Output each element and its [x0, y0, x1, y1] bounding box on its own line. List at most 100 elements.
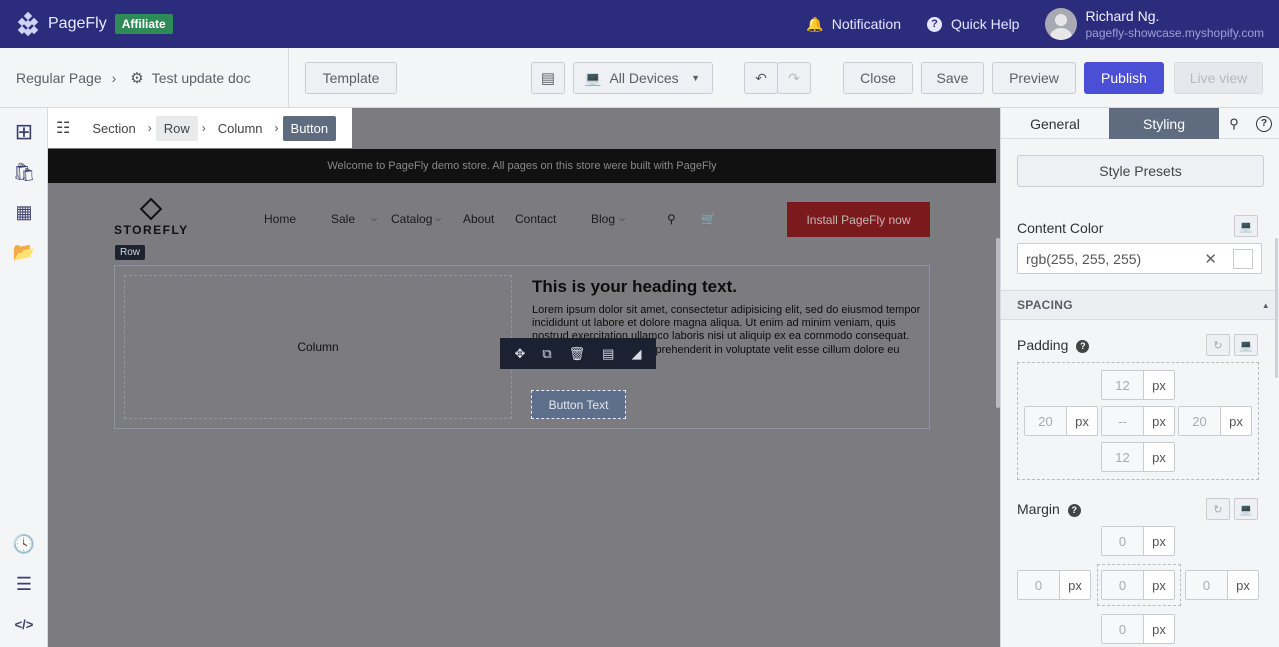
folder-icon[interactable]: 📂: [13, 242, 35, 262]
nav-about[interactable]: About: [463, 212, 515, 226]
chevron-right-icon: ›: [201, 121, 206, 135]
cart-icon[interactable]: 🛒: [701, 212, 716, 226]
row-tag: Row: [115, 245, 146, 260]
save-button[interactable]: Save: [921, 62, 984, 94]
trash-icon[interactable]: 🗑: [569, 346, 586, 362]
padding-label: Padding?: [1017, 337, 1090, 353]
margin-top-input[interactable]: 0 px: [1101, 526, 1175, 556]
close-button[interactable]: Close: [843, 62, 913, 94]
copy-style-icon[interactable]: ▤: [602, 346, 614, 362]
padding-reset-button[interactable]: ↻: [1206, 334, 1230, 356]
help-icon: ?: [1256, 115, 1272, 132]
breadcrumb-button[interactable]: Button: [282, 115, 337, 141]
question-icon[interactable]: ?: [1076, 339, 1090, 353]
add-element-icon[interactable]: ⊞: [14, 119, 34, 144]
search-icon[interactable]: ⚲: [1219, 108, 1249, 139]
help-button[interactable]: ?: [1249, 108, 1279, 139]
hierarchy-icon: ☷: [56, 120, 71, 137]
question-icon: ?: [927, 16, 942, 32]
affiliate-badge[interactable]: Affiliate: [114, 14, 173, 34]
undo-icon: ↶: [755, 69, 767, 86]
color-swatch[interactable]: [1233, 249, 1253, 269]
padding-top-input[interactable]: 12 px: [1101, 370, 1175, 400]
editor-canvas[interactable]: ☷ Section › Row › Column › Button Welcom…: [48, 108, 1000, 647]
search-icon[interactable]: ⚲: [667, 212, 701, 226]
nav-contact[interactable]: Contact: [515, 212, 591, 226]
duplicate-icon[interactable]: ⧉: [542, 346, 551, 362]
margin-bottom-input[interactable]: 0 px: [1101, 614, 1175, 644]
padding-center-input[interactable]: -- px: [1101, 406, 1175, 436]
chevron-right-icon: ›: [147, 121, 152, 135]
quick-help-link[interactable]: ? Quick Help: [927, 16, 1019, 32]
publish-button[interactable]: Publish: [1084, 62, 1164, 94]
device-toggle-button[interactable]: 💻: [1234, 215, 1258, 237]
page-breadcrumb: Regular Page › ⚙ Test update doc: [16, 69, 251, 87]
margin-center-input[interactable]: 0 px: [1101, 570, 1175, 600]
history-clock-icon[interactable]: 🕓: [13, 534, 35, 554]
text-align-button[interactable]: ▤: [531, 62, 565, 94]
pagefly-logo[interactable]: PageFly: [16, 11, 107, 37]
padding-left-input[interactable]: 20 px: [1024, 406, 1098, 436]
apps-grid-icon[interactable]: ▦: [14, 202, 34, 222]
question-icon[interactable]: ?: [1067, 503, 1081, 517]
nav-blog[interactable]: Blog: [591, 212, 619, 226]
heading-element[interactable]: This is your heading text.: [532, 277, 737, 297]
page-type[interactable]: Regular Page: [16, 70, 102, 86]
store-logo[interactable]: STOREFLY: [114, 197, 189, 237]
store-nav: Home Sale ⌵ Catalog ⌵ About Contact Blog…: [264, 212, 716, 226]
live-view-button[interactable]: Live view: [1174, 62, 1263, 94]
quick-help-label: Quick Help: [951, 16, 1020, 32]
tab-general[interactable]: General: [1001, 108, 1109, 139]
device-select-label: All Devices: [609, 70, 679, 86]
template-button[interactable]: Template: [305, 62, 397, 94]
nav-sale[interactable]: Sale: [331, 212, 371, 226]
panel-scrollbar[interactable]: [1275, 238, 1278, 378]
column-element[interactable]: Column: [124, 275, 512, 419]
content-color-value: rgb(255, 255, 255): [1026, 250, 1142, 267]
content-color-label: Content Color: [1017, 220, 1104, 236]
user-name: Richard Ng.: [1085, 8, 1160, 24]
breadcrumb-column[interactable]: Column: [210, 116, 271, 141]
inspector-tabs: General Styling ⚲ ?: [1001, 108, 1279, 139]
inspector-panel: General Styling ⚲ ? Style Presets Conten…: [1000, 108, 1279, 647]
tab-styling[interactable]: Styling: [1109, 108, 1219, 139]
device-select[interactable]: 💻 All Devices ▼: [573, 62, 713, 94]
install-pagefly-button[interactable]: Install PageFly now: [787, 202, 930, 237]
breadcrumb-row[interactable]: Row: [155, 115, 198, 141]
pagefly-logo-icon: [16, 11, 40, 37]
breadcrumb-section[interactable]: Section: [84, 116, 143, 141]
content-color-input[interactable]: rgb(255, 255, 255) ✕: [1017, 243, 1262, 274]
paint-bucket-icon[interactable]: ◢: [631, 346, 641, 362]
padding-device-button[interactable]: 💻: [1234, 334, 1258, 356]
clear-icon[interactable]: ✕: [1204, 250, 1217, 268]
margin-right-input[interactable]: 0 px: [1185, 570, 1259, 600]
user-menu[interactable]: Richard Ng. pagefly-showcase.myshopify.c…: [1045, 8, 1264, 40]
undo-button[interactable]: ↶: [744, 62, 778, 94]
redo-icon: ↷: [788, 69, 800, 86]
margin-reset-button[interactable]: ↻: [1206, 498, 1230, 520]
element-breadcrumb: ☷ Section › Row › Column › Button: [48, 108, 352, 148]
margin-device-button[interactable]: 💻: [1234, 498, 1258, 520]
spacing-label: SPACING: [1017, 298, 1073, 312]
chevron-right-icon: ›: [111, 70, 117, 86]
shopify-bag-icon[interactable]: 🛍: [13, 162, 36, 182]
padding-bottom-input[interactable]: 12 px: [1101, 442, 1175, 472]
nav-home[interactable]: Home: [264, 212, 331, 226]
nav-catalog[interactable]: Catalog: [391, 212, 435, 226]
selected-button-element[interactable]: Button Text: [531, 390, 626, 419]
store-announcement-bar: Welcome to PageFly demo store. All pages…: [48, 149, 996, 183]
layers-list-icon[interactable]: ☰: [14, 574, 34, 594]
doc-name[interactable]: Test update doc: [152, 70, 251, 86]
style-presets-button[interactable]: Style Presets: [1017, 155, 1264, 187]
spacing-section-header[interactable]: SPACING ▲: [1001, 290, 1279, 320]
code-icon[interactable]: </>: [14, 614, 34, 634]
left-rail: ⊞ 🛍 ▦ 📂 🕓 ☰ </>: [0, 108, 48, 647]
padding-right-input[interactable]: 20 px: [1178, 406, 1252, 436]
preview-button[interactable]: Preview: [992, 62, 1076, 94]
gear-icon[interactable]: ⚙: [130, 69, 143, 87]
notification-link[interactable]: 🔔 Notification: [806, 16, 901, 33]
move-icon[interactable]: ✥: [514, 346, 525, 362]
redo-button[interactable]: ↷: [777, 62, 811, 94]
margin-left-input[interactable]: 0 px: [1017, 570, 1091, 600]
avatar: [1045, 8, 1078, 40]
